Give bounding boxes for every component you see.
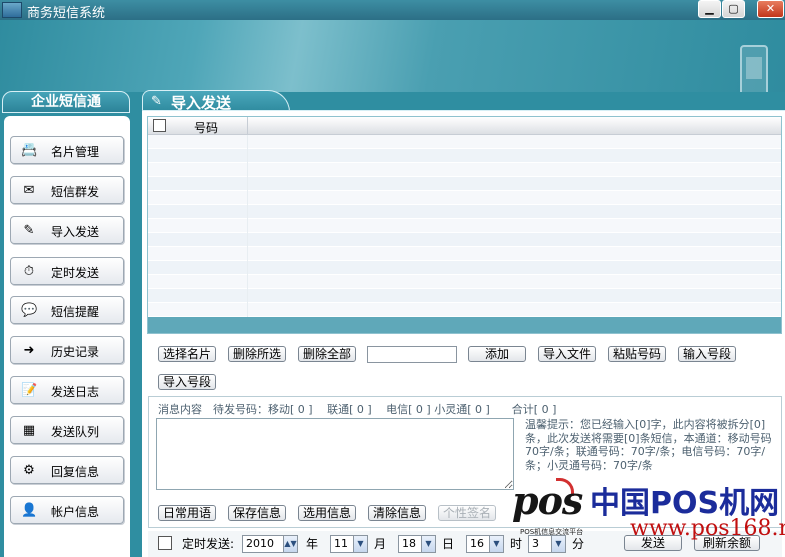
schedule-checkbox[interactable] (158, 536, 172, 550)
chevron-down-icon[interactable]: ▼ (489, 536, 503, 552)
day-select[interactable]: 18 ▼ (398, 535, 436, 553)
input-range-button[interactable]: 输入号段 (678, 346, 736, 362)
day-unit: 日 (442, 537, 455, 551)
month-value: 11 (334, 537, 348, 550)
watermark-logo: pos (512, 478, 583, 523)
sidebar-item-label: 定时发送 (51, 266, 100, 280)
sidebar-item-bulk-sms[interactable]: ✉ 短信群发 (10, 176, 124, 204)
watermark-url: www.pos168.net (630, 516, 785, 541)
schedule-label: 定时发送: (182, 537, 235, 551)
pencil-icon: ✎ (151, 94, 162, 109)
grid-header: 号码 (148, 117, 781, 135)
delete-selected-button[interactable]: 删除所选 (228, 346, 286, 362)
number-input[interactable] (367, 346, 457, 363)
watermark-logo-subtitle: POS机信息交流平台 (520, 528, 584, 536)
day-value: 18 (402, 537, 416, 550)
grid-scroll-area (148, 317, 781, 333)
table-row[interactable] (148, 177, 781, 191)
select-message-button[interactable]: 选用信息 (298, 505, 356, 521)
signature-button[interactable]: 个性签名 (438, 505, 496, 521)
sidebar-item-history[interactable]: ➜ 历史记录 (10, 336, 124, 364)
message-label: 消息内容 待发号码：移动[ 0 ] 联通[ 0 ] 电信[ 0 ] 小灵通[ 0… (158, 403, 557, 416)
number-grid[interactable]: 号码 (147, 116, 782, 334)
maximize-button[interactable]: ▢ (722, 0, 745, 18)
table-row[interactable] (148, 275, 781, 289)
sidebar-item-label: 历史记录 (51, 345, 100, 359)
hour-value: 16 (470, 537, 484, 550)
chat-icon: 💬 (21, 303, 38, 318)
sidebar-item-send-log[interactable]: 📝 发送日志 (10, 376, 124, 404)
table-row[interactable] (148, 149, 781, 163)
sidebar-item-label: 发送队列 (51, 425, 100, 439)
save-message-button[interactable]: 保存信息 (228, 505, 286, 521)
table-row[interactable] (148, 247, 781, 261)
sidebar-item-label: 导入发送 (51, 225, 100, 239)
sidebar-item-sms-reminder[interactable]: 💬 短信提醒 (10, 296, 124, 324)
table-row[interactable] (148, 219, 781, 233)
table-row[interactable] (148, 233, 781, 247)
hour-select[interactable]: 16 ▼ (466, 535, 504, 553)
sidebar-item-label: 回复信息 (51, 465, 100, 479)
chevron-down-icon[interactable]: ▼ (421, 536, 435, 552)
sidebar-title: 企业短信通 (2, 91, 130, 113)
table-row[interactable] (148, 205, 781, 219)
paste-number-button[interactable]: 粘贴号码 (608, 346, 666, 362)
clock-icon: ⏱ (23, 264, 35, 279)
tip-text: 温馨提示：您已经输入[0]字，此内容将被拆分[0]条，此次发送将需要[0]条短信… (525, 418, 772, 472)
clear-message-button[interactable]: 清除信息 (368, 505, 426, 521)
add-button[interactable]: 添加 (468, 346, 526, 362)
sidebar-item-card-management[interactable]: 📇 名片管理 (10, 136, 124, 164)
month-unit: 月 (374, 537, 387, 551)
import-file-button[interactable]: 导入文件 (538, 346, 596, 362)
year-value: 2010 (246, 537, 274, 550)
tab-import-send[interactable]: ✎ 导入发送 (142, 90, 290, 112)
table-row[interactable] (148, 135, 781, 149)
table-row[interactable] (148, 163, 781, 177)
minimize-button[interactable]: ▁ (698, 0, 721, 18)
sidebar-item-import-send[interactable]: ✎ 导入发送 (10, 216, 124, 244)
envelope-icon: ✉ (23, 183, 35, 198)
spinner-icon[interactable]: ▲▼ (283, 536, 297, 552)
table-row[interactable] (148, 191, 781, 205)
common-phrases-button[interactable]: 日常用语 (158, 505, 216, 521)
watermark: pos POS机信息交流平台 中国POS机网 www.pos168.net (508, 470, 785, 557)
close-button[interactable]: ✕ (757, 0, 784, 18)
month-select[interactable]: 11 ▼ (330, 535, 368, 553)
table-row[interactable] (148, 303, 781, 317)
sidebar-item-label: 名片管理 (51, 145, 100, 159)
queue-icon: ▦ (22, 423, 36, 438)
app-icon (2, 2, 22, 18)
import-range-button[interactable]: 导入号段 (158, 374, 216, 390)
delete-all-button[interactable]: 删除全部 (298, 346, 356, 362)
sidebar-item-reply-messages[interactable]: ⚙ 回复信息 (10, 456, 124, 484)
card-icon: 📇 (21, 143, 38, 158)
chevron-down-icon[interactable]: ▼ (353, 536, 367, 552)
history-icon: ➜ (23, 343, 35, 358)
message-textarea[interactable] (156, 418, 514, 490)
sidebar-item-send-queue[interactable]: ▦ 发送队列 (10, 416, 124, 444)
select-all-checkbox[interactable] (153, 119, 166, 132)
sidebar-item-label: 短信提醒 (51, 305, 100, 319)
sidebar-item-account-info[interactable]: 👤 帐户信息 (10, 496, 124, 524)
pencil-icon: ✎ (23, 223, 35, 238)
sidebar-item-label: 帐户信息 (51, 505, 100, 519)
user-icon: 👤 (21, 503, 38, 518)
window-title: 商务短信系统 (27, 6, 106, 21)
sidebar-item-scheduled-send[interactable]: ⏱ 定时发送 (10, 257, 124, 285)
year-unit: 年 (306, 537, 319, 551)
column-header-number: 号码 (194, 121, 219, 135)
sidebar-item-label: 发送日志 (51, 385, 100, 399)
select-card-button[interactable]: 选择名片 (158, 346, 216, 362)
gear-icon: ⚙ (23, 463, 35, 478)
header-banner (0, 20, 785, 105)
log-icon: 📝 (21, 383, 38, 398)
table-row[interactable] (148, 261, 781, 275)
year-select[interactable]: 2010 ▲▼ (242, 535, 298, 553)
sidebar: 📇 名片管理 ✉ 短信群发 ✎ 导入发送 ⏱ 定时发送 💬 短信提醒 ➜ 历史记… (4, 116, 130, 557)
title-bar: 商务短信系统 ▁ ▢ ✕ (0, 0, 785, 21)
sidebar-item-label: 短信群发 (51, 185, 100, 199)
table-row[interactable] (148, 289, 781, 303)
